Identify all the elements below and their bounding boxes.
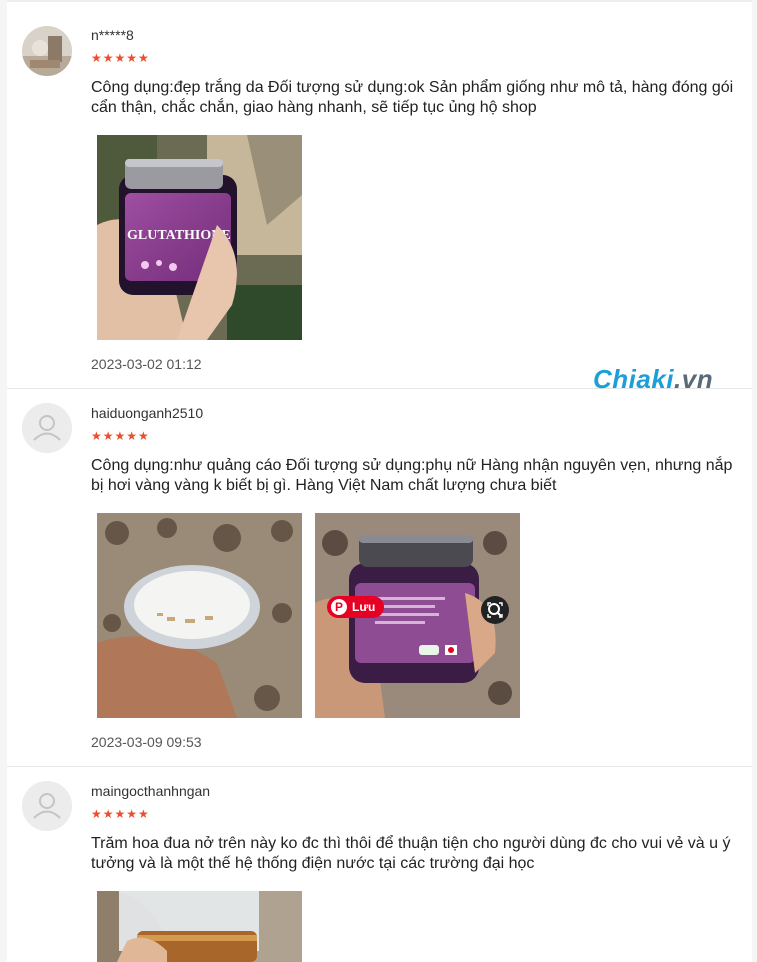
user-icon (22, 403, 72, 453)
review-photo[interactable]: GLUTATHIONE (97, 135, 302, 340)
avatar[interactable] (22, 26, 72, 76)
review-item: maingocthanhngan ★★★★★ Trăm hoa đua nở t… (7, 766, 752, 962)
review-date: 2023-03-02 01:12 (91, 356, 202, 372)
review-username: haiduonganh2510 (91, 405, 204, 421)
review-photo[interactable]: P Lưu (315, 513, 520, 718)
avatar-placeholder[interactable] (22, 403, 72, 453)
review-item: haiduonganh2510 ★★★★★ Công dụng:như quản… (7, 388, 752, 767)
user-icon (22, 781, 72, 831)
review-comment: Công dụng:như quảng cáo Đối tượng sử dụn… (91, 457, 733, 494)
review-photo[interactable] (97, 513, 302, 718)
pinterest-icon: P (331, 599, 347, 615)
zoom-icon[interactable] (481, 596, 509, 624)
avatar-placeholder[interactable] (22, 781, 72, 831)
review-date: 2023-03-09 09:53 (91, 734, 202, 750)
review-username: n*****8 (91, 27, 134, 43)
pinterest-save-label: Lưu (352, 600, 376, 614)
pinterest-save-button[interactable]: P Lưu (327, 596, 385, 618)
star-rating: ★★★★★ (91, 51, 150, 65)
review-item: n*****8 ★★★★★ Công dụng:đẹp trắng da Đối… (7, 2, 752, 394)
reviews-panel: n*****8 ★★★★★ Công dụng:đẹp trắng da Đối… (7, 0, 752, 962)
review-comment: Trăm hoa đua nở trên này ko đc thì thôi … (91, 835, 731, 872)
review-photo[interactable] (97, 891, 302, 962)
review-username: maingocthanhngan (91, 783, 211, 799)
star-rating: ★★★★★ (91, 807, 150, 821)
star-rating: ★★★★★ (91, 429, 150, 443)
review-comment: Công dụng:đẹp trắng da Đối tượng sử dụng… (91, 79, 734, 116)
